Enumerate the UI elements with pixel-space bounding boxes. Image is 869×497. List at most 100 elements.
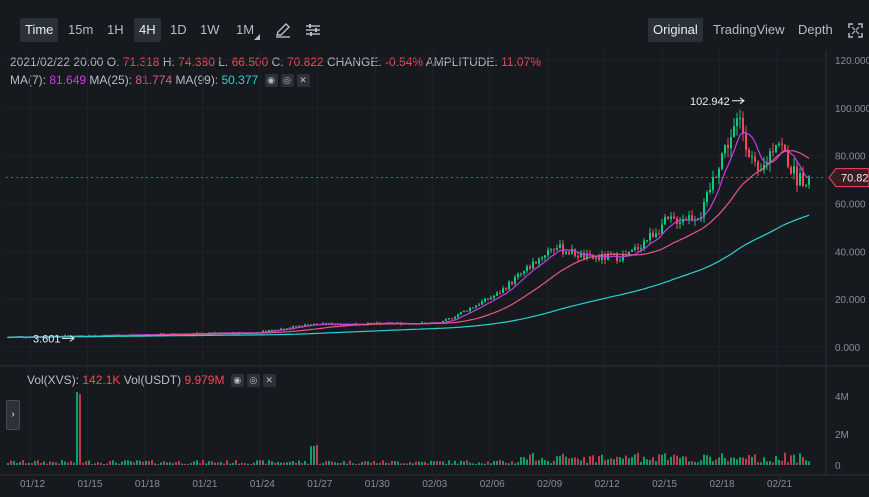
volume-bar <box>433 461 435 465</box>
candle-body <box>469 307 471 312</box>
volume-bar <box>673 454 675 465</box>
volume-bar <box>25 463 27 465</box>
volume-bar <box>373 460 375 465</box>
volume-bar <box>256 460 258 465</box>
volume-bar <box>259 460 261 465</box>
candle-body <box>670 216 672 219</box>
volume-bar <box>85 461 87 465</box>
volume-bar <box>358 463 360 465</box>
volume-bar <box>613 459 615 465</box>
volume-bar <box>658 454 660 465</box>
volume-bar <box>277 461 279 465</box>
volume-bar <box>682 456 684 465</box>
volume-bar <box>577 458 579 465</box>
volume-bar <box>298 460 300 465</box>
volume-settings-icon[interactable]: ◎ <box>246 374 260 388</box>
volume-bar <box>124 460 126 465</box>
volume-bar <box>22 460 24 465</box>
volume-bar <box>430 460 432 465</box>
candle-body <box>691 215 693 220</box>
volume-bar <box>127 460 129 465</box>
volume-bar <box>250 463 252 465</box>
volume-bar <box>196 460 198 465</box>
volume-bar <box>595 462 597 465</box>
candle-body <box>502 288 504 293</box>
candle-body <box>712 176 714 190</box>
volume-bar <box>508 463 510 465</box>
volume-bar <box>16 463 18 465</box>
volume-bar <box>760 462 762 465</box>
volume-bar <box>79 394 81 465</box>
volume-bar <box>721 453 723 465</box>
volume-bar <box>460 460 462 465</box>
volume-bar <box>619 457 621 465</box>
candle-body <box>493 295 495 298</box>
volume-bar <box>451 463 453 465</box>
price-chart[interactable]: 120.000 100.000 80.000 60.000 40.000 20.000 0.… <box>0 0 869 497</box>
candle-body <box>508 281 510 290</box>
volume-bar <box>469 462 471 465</box>
volume-bar <box>367 461 369 465</box>
volume-close-icon[interactable]: ✕ <box>262 374 276 388</box>
candle-body <box>460 311 462 315</box>
price-tick-label: 120.000 <box>835 56 869 67</box>
volume-bar <box>67 462 69 465</box>
candle-body <box>718 168 720 178</box>
volume-bar <box>439 461 441 465</box>
volume-bar <box>706 455 708 465</box>
volume-bar <box>649 460 651 465</box>
volume-bar <box>652 457 654 465</box>
volume-bar <box>262 460 264 465</box>
volume-bar <box>481 463 483 465</box>
candle-body <box>790 166 792 174</box>
volume-eye-icon[interactable]: ◉ <box>230 374 244 388</box>
volume-bar <box>574 457 576 465</box>
candle-body <box>532 261 534 269</box>
volume-bar <box>58 463 60 465</box>
volume-bar <box>694 461 696 465</box>
date-tick-label: 02/18 <box>710 479 735 490</box>
date-tick-label: 02/12 <box>595 479 620 490</box>
volume-bar <box>169 462 171 465</box>
volume-bar <box>643 456 645 465</box>
volume-bar <box>226 460 228 465</box>
volume-bar <box>547 461 549 465</box>
high-annotation-label: 102.942 <box>690 96 730 108</box>
volume-bar <box>340 463 342 465</box>
volume-tick-label: 4M <box>835 392 849 403</box>
volume-bar <box>712 461 714 465</box>
volume-bar <box>790 455 792 465</box>
volume-bar <box>667 459 669 465</box>
candle-body <box>805 184 807 186</box>
candle-body <box>748 149 750 158</box>
date-tick-label: 02/06 <box>480 479 505 490</box>
candle-body <box>574 248 576 256</box>
candle-body <box>742 117 744 134</box>
volume-bar <box>568 458 570 465</box>
volume-bar <box>211 461 213 465</box>
volume-bar <box>7 463 9 465</box>
date-tick-label: 02/09 <box>537 479 562 490</box>
volume-bar <box>49 461 51 465</box>
volume-bar <box>415 461 417 465</box>
candle-body <box>667 216 669 219</box>
volume-bar <box>346 463 348 465</box>
volume-bar <box>724 457 726 465</box>
volume-bar <box>799 453 801 465</box>
volume-bar <box>691 461 693 465</box>
volume-bar <box>637 452 639 465</box>
volume-bar <box>640 461 642 465</box>
candle-body <box>541 257 543 259</box>
side-panel-toggle[interactable]: › <box>6 400 20 430</box>
volume-bar <box>535 460 537 465</box>
candle-body <box>640 248 642 250</box>
volume-bar <box>628 458 630 465</box>
candle-body <box>526 266 528 271</box>
volume-bar <box>436 461 438 465</box>
volume-bar <box>133 462 135 465</box>
candle-body <box>562 244 564 254</box>
volume-bar <box>349 460 351 465</box>
volume-bar <box>103 463 105 465</box>
volume-bar <box>736 459 738 465</box>
volume-bar <box>751 456 753 465</box>
